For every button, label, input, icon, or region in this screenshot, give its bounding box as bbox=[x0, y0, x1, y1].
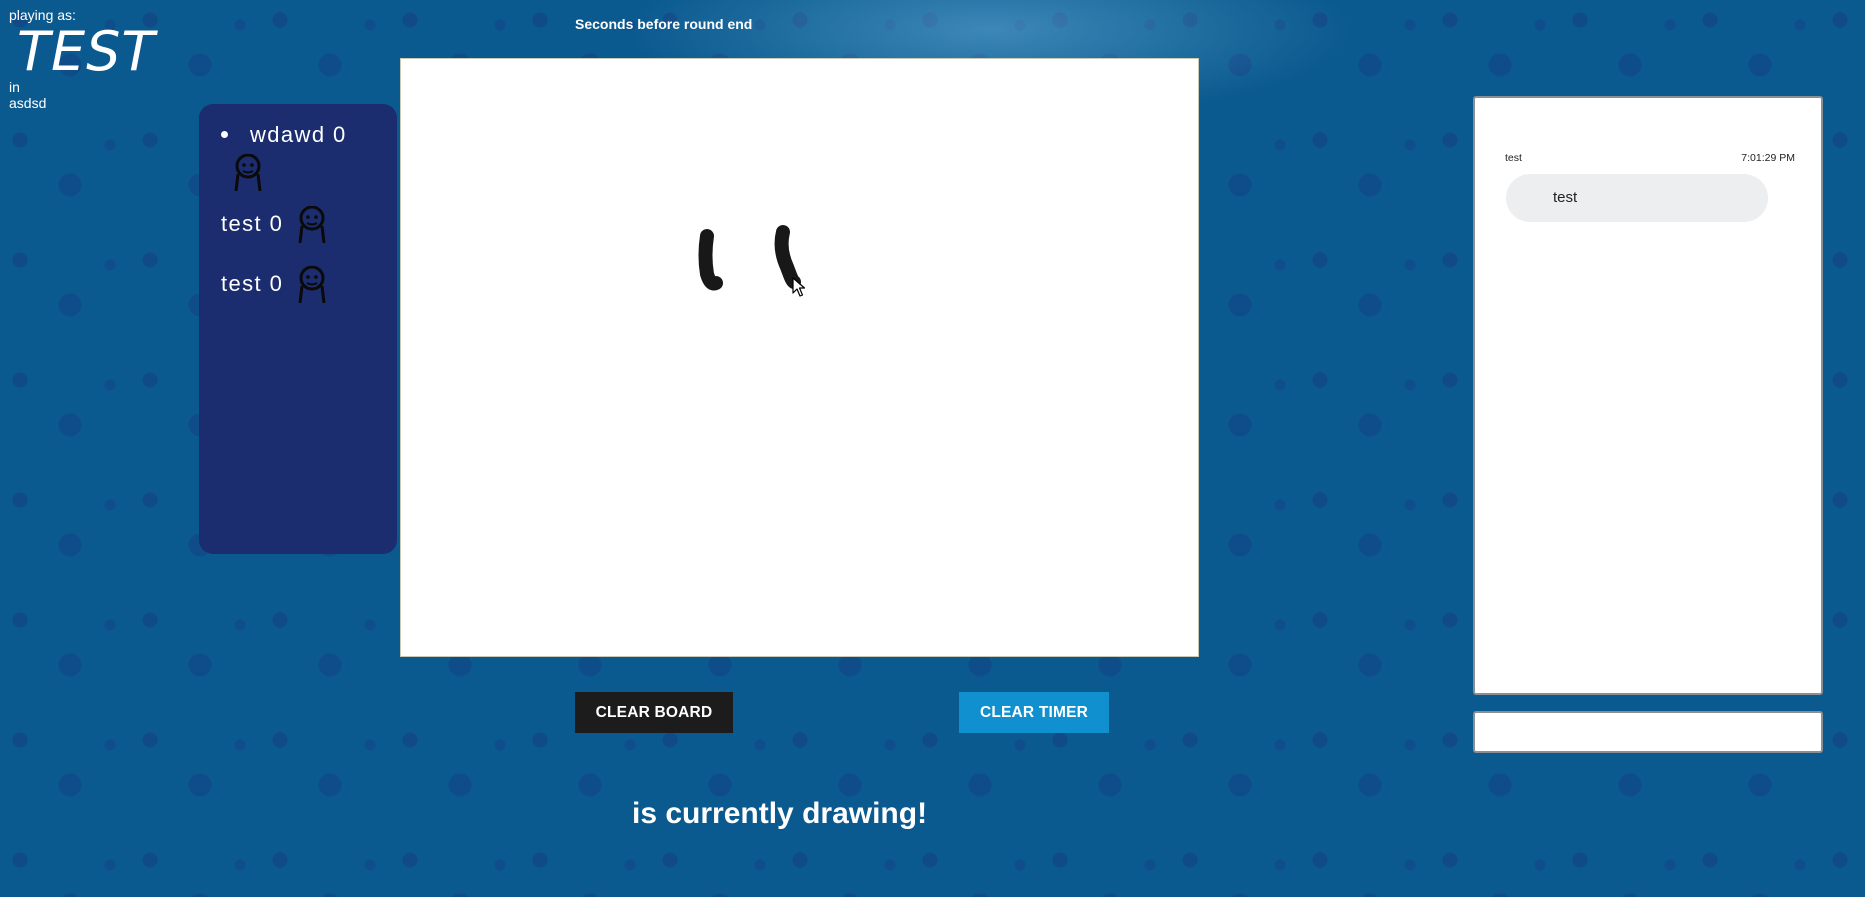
player-info: playing as: TEST in asdsd bbox=[9, 7, 155, 111]
drawing-strokes bbox=[698, 225, 806, 297]
player-row: wdawd 0 bbox=[221, 122, 397, 192]
drawing-canvas[interactable] bbox=[400, 58, 1199, 657]
player-row: test 0 bbox=[221, 266, 397, 304]
clear-timer-button[interactable]: CLEAR TIMER bbox=[959, 692, 1109, 733]
chat-message-time: 7:01:29 PM bbox=[1741, 152, 1795, 164]
chat-panel[interactable]: test 7:01:29 PM test bbox=[1473, 96, 1823, 695]
stick-figure-icon bbox=[233, 154, 397, 192]
chat-input[interactable] bbox=[1473, 711, 1823, 753]
player-score-label: test 0 bbox=[221, 270, 284, 296]
room-name: asdsd bbox=[9, 95, 47, 111]
chat-message-bubble: test bbox=[1506, 174, 1768, 222]
chat-message-header: test 7:01:29 PM bbox=[1505, 152, 1795, 164]
bullet-icon bbox=[221, 130, 228, 138]
clear-board-button[interactable]: CLEAR BOARD bbox=[575, 692, 733, 733]
player-score-label: wdawd 0 bbox=[250, 122, 347, 147]
player-name: TEST bbox=[17, 20, 156, 83]
stick-figure-icon bbox=[297, 206, 327, 244]
round-timer-label: Seconds before round end bbox=[575, 16, 753, 32]
chat-message-user: test bbox=[1505, 152, 1522, 164]
player-score-label: test 0 bbox=[221, 210, 284, 236]
room-info: in asdsd bbox=[9, 79, 155, 111]
stick-figure-icon bbox=[297, 266, 327, 304]
drawing-status-text: is currently drawing! bbox=[632, 797, 928, 830]
player-row: test 0 bbox=[221, 206, 397, 244]
scoreboard: wdawd 0 test 0 test 0 bbox=[199, 104, 397, 554]
